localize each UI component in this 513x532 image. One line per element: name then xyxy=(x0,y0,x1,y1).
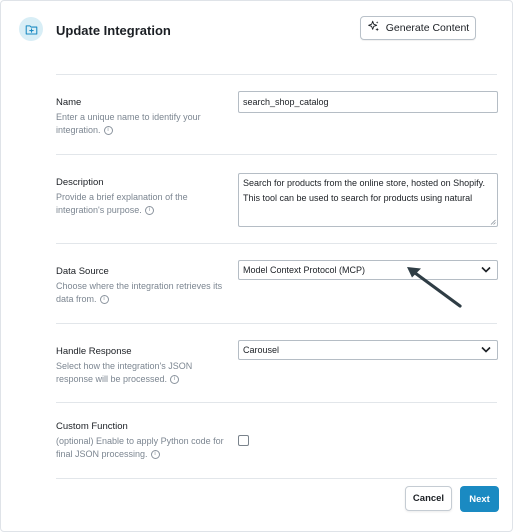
divider xyxy=(56,478,497,479)
generate-content-button[interactable]: Generate Content xyxy=(360,16,476,40)
description-textarea[interactable]: Search for products from the online stor… xyxy=(238,173,498,227)
handle-response-help: Select how the integration's JSON respon… xyxy=(56,360,231,386)
info-icon[interactable]: i xyxy=(150,450,160,460)
name-help: Enter a unique name to identify your int… xyxy=(56,111,231,137)
chevron-down-icon xyxy=(481,345,491,355)
data-source-label: Data Source xyxy=(56,266,109,277)
custom-function-help-text: (optional) Enable to apply Python code f… xyxy=(56,436,224,459)
resize-handle-icon[interactable] xyxy=(490,219,496,225)
divider xyxy=(56,154,497,155)
info-icon[interactable]: i xyxy=(170,375,180,385)
description-help-text: Provide a brief explanation of the integ… xyxy=(56,192,188,215)
description-value: Search for products from the online stor… xyxy=(243,178,485,203)
data-source-help-text: Choose where the integration retrieves i… xyxy=(56,281,223,304)
data-source-help: Choose where the integration retrieves i… xyxy=(56,280,231,306)
divider xyxy=(56,74,497,75)
next-button[interactable]: Next xyxy=(460,486,499,512)
description-help: Provide a brief explanation of the integ… xyxy=(56,191,231,217)
handle-response-label: Handle Response xyxy=(56,346,132,357)
custom-function-help: (optional) Enable to apply Python code f… xyxy=(56,435,231,461)
data-source-value: Model Context Protocol (MCP) xyxy=(243,265,366,275)
info-icon[interactable]: i xyxy=(103,126,113,136)
handle-response-value: Carousel xyxy=(243,345,280,355)
chevron-down-icon xyxy=(481,265,491,275)
custom-function-label: Custom Function xyxy=(56,421,128,432)
handle-response-select[interactable]: Carousel xyxy=(238,340,498,360)
name-label: Name xyxy=(56,97,82,108)
info-icon[interactable]: i xyxy=(144,206,154,216)
name-help-text: Enter a unique name to identify your int… xyxy=(56,112,201,135)
divider xyxy=(56,243,497,244)
folder-plus-icon xyxy=(19,17,43,41)
update-integration-dialog: Update Integration Generate Content Name… xyxy=(0,0,513,532)
divider xyxy=(56,323,497,324)
cancel-button[interactable]: Cancel xyxy=(405,486,452,511)
dialog-title: Update Integration xyxy=(56,23,171,38)
custom-function-checkbox[interactable] xyxy=(238,435,249,446)
divider xyxy=(56,402,497,403)
name-input[interactable]: search_shop_catalog xyxy=(238,91,498,113)
generate-content-label: Generate Content xyxy=(385,22,470,34)
annotation-arrow-icon xyxy=(407,267,462,308)
description-label: Description xyxy=(56,177,104,188)
info-icon[interactable]: i xyxy=(99,295,109,305)
sparkles-icon xyxy=(367,20,380,36)
